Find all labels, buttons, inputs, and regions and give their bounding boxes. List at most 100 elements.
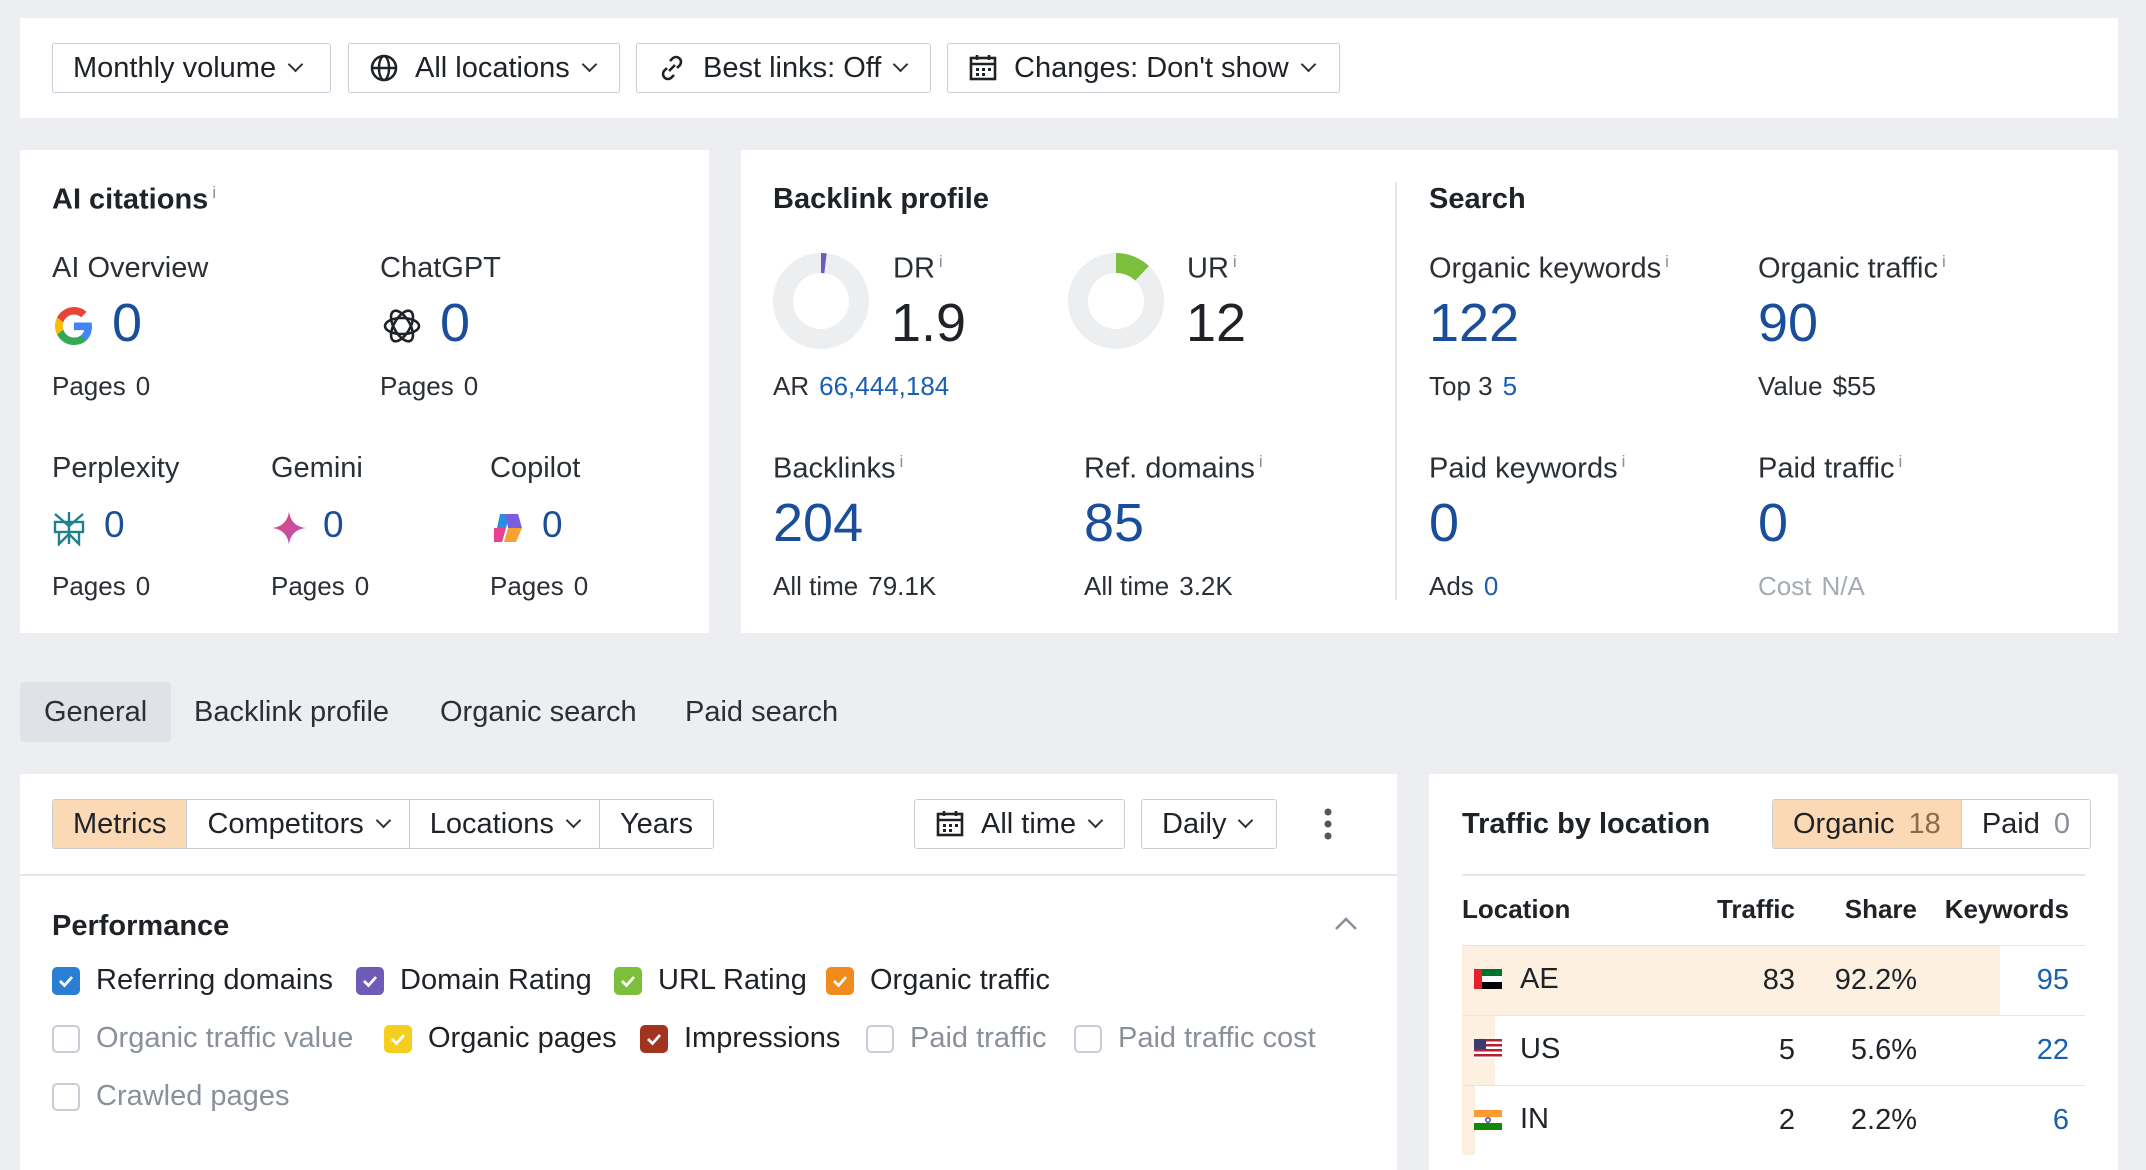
locations-chart-dropdown[interactable]: Locations [409, 800, 600, 848]
competitors-dropdown[interactable]: Competitors [187, 800, 410, 848]
metric-checkbox[interactable]: Referring domains [52, 964, 333, 997]
metric-checkbox-label: Impressions [684, 1022, 841, 1054]
copilot-icon [490, 510, 526, 551]
keywords-cell[interactable]: 95 [1917, 944, 2085, 1015]
chevron-down-icon [1087, 812, 1104, 828]
ai-overview-pages: Pages 0 [52, 371, 151, 401]
info-icon: i [1941, 252, 1946, 271]
gemini-label: Gemini [271, 452, 363, 484]
tab-backlink-profile[interactable]: Backlink profile [170, 682, 413, 742]
ref-domains-all-time: All time 3.2K [1084, 571, 1233, 601]
checkbox-checked-icon [640, 1024, 668, 1053]
locations-dropdown[interactable]: All locations [348, 43, 620, 93]
info-icon: i [899, 452, 904, 471]
changes-dropdown[interactable]: Changes: Don't show [947, 43, 1340, 93]
metric-checkbox[interactable]: Domain Rating [356, 964, 592, 997]
paid-keywords-value[interactable]: 0 [1429, 492, 1459, 554]
checkbox-checked-icon [52, 966, 80, 995]
gemini-icon [271, 510, 307, 551]
paid-traffic-label: Paid traffic i [1758, 452, 1903, 485]
search-title: Search [1429, 183, 1526, 215]
info-icon: i [1665, 252, 1669, 271]
flag-icon [1474, 969, 1502, 990]
metric-checkbox[interactable]: Impressions [640, 1022, 840, 1055]
keywords-cell[interactable]: 6 [1917, 1084, 2085, 1155]
location-cell: IN [1462, 1084, 1662, 1155]
paid-toggle[interactable]: Paid 0 [1961, 800, 2090, 848]
organic-traffic-label: Organic traffic i [1758, 252, 1946, 285]
volume-dropdown[interactable]: Monthly volume [52, 43, 331, 93]
dr-donut [773, 253, 869, 354]
perplexity-pages: Pages 0 [52, 571, 151, 601]
metric-checkbox[interactable]: Crawled pages [52, 1080, 289, 1113]
collapse-icon[interactable] [1333, 914, 1359, 939]
ai-overview-value[interactable]: 0 [112, 292, 142, 354]
ref-domains-label: Ref. domains i [1084, 452, 1263, 485]
share-cell: 5.6% [1795, 1014, 1917, 1085]
paid-traffic-value[interactable]: 0 [1758, 492, 1788, 554]
performance-title: Performance [52, 910, 230, 942]
metric-checkbox-label: URL Rating [658, 964, 807, 996]
chevron-down-icon [565, 812, 582, 828]
metric-checkbox[interactable]: Paid traffic [866, 1022, 1046, 1055]
years-button[interactable]: Years [599, 800, 714, 848]
chart-mode-segment: Metrics Competitors Locations Years [52, 799, 715, 849]
copilot-value[interactable]: 0 [542, 504, 563, 546]
globe-icon [369, 53, 399, 83]
metrics-button[interactable]: Metrics [53, 800, 188, 848]
organic-traffic-value-row: Value $55 [1758, 371, 1876, 401]
column-location[interactable]: Location [1462, 875, 1662, 945]
best-links-dropdown[interactable]: Best links: Off [636, 43, 931, 93]
ur-label: UR i [1187, 252, 1237, 285]
metric-checkbox[interactable]: Organic pages [384, 1022, 617, 1055]
organic-traffic-value[interactable]: 90 [1758, 292, 1818, 354]
metric-checkbox[interactable]: URL Rating [614, 964, 807, 997]
metric-checkbox[interactable]: Organic traffic value [52, 1022, 353, 1055]
metric-checkbox-label: Organic traffic value [96, 1022, 354, 1054]
chevron-down-icon [581, 56, 598, 72]
tab-general[interactable]: General [20, 682, 172, 742]
ai-overview-label: AI Overview [52, 252, 209, 284]
traffic-cell: 5 [1662, 1014, 1795, 1085]
location-cell: AE [1462, 944, 1662, 1015]
organic-toggle[interactable]: Organic 18 [1773, 800, 1962, 848]
organic-keywords-value[interactable]: 122 [1429, 292, 1519, 354]
metric-checkbox-label: Organic pages [428, 1022, 617, 1054]
organic-keywords-label: Organic keywords i [1429, 252, 1669, 285]
ref-domains-value[interactable]: 85 [1084, 492, 1144, 554]
metric-checkbox-label: Domain Rating [400, 964, 592, 996]
perplexity-value[interactable]: 0 [104, 504, 125, 546]
table-row[interactable]: US 5 5.6% 22 [1462, 1014, 2085, 1085]
chatgpt-value[interactable]: 0 [440, 292, 470, 354]
chevron-down-icon [287, 56, 304, 72]
metric-checkbox-label: Paid traffic cost [1118, 1022, 1316, 1054]
more-options-icon[interactable] [1318, 806, 1338, 842]
tab-organic-search[interactable]: Organic search [416, 682, 661, 742]
column-keywords[interactable]: Keywords [1917, 875, 2085, 945]
metric-checkbox-label: Referring domains [96, 964, 333, 996]
metric-checkbox[interactable]: Paid traffic cost [1074, 1022, 1316, 1055]
tab-paid-search[interactable]: Paid search [661, 682, 862, 742]
checkbox-checked-icon [614, 966, 642, 995]
column-traffic[interactable]: Traffic [1662, 875, 1795, 945]
range-dropdown[interactable]: All time [914, 799, 1125, 849]
ar-value[interactable]: 66,444,184 [819, 371, 949, 401]
info-icon: i [1232, 252, 1237, 271]
backlink-profile-title: Backlink profile [773, 183, 989, 215]
metric-checkbox[interactable]: Organic traffic [826, 964, 1050, 997]
gemini-value[interactable]: 0 [323, 504, 344, 546]
info-icon: i [1258, 452, 1263, 471]
column-share[interactable]: Share [1795, 875, 1917, 945]
table-row[interactable]: AE 83 92.2% 95 [1462, 944, 2085, 1015]
location-table: Location Traffic Share Keywords AE 83 92.2… [1462, 875, 2085, 1155]
chevron-down-icon [375, 812, 392, 828]
perplexity-label: Perplexity [52, 452, 180, 484]
backlinks-value[interactable]: 204 [773, 492, 863, 554]
backlinks-all-time: All time 79.1K [773, 571, 937, 601]
share-cell: 2.2% [1795, 1084, 1917, 1155]
organic-keywords-top3: Top 35 [1429, 371, 1518, 401]
keywords-cell[interactable]: 22 [1917, 1014, 2085, 1085]
checkbox-unchecked-icon [52, 1024, 80, 1053]
table-row[interactable]: IN 2 2.2% 6 [1462, 1084, 2085, 1155]
interval-dropdown[interactable]: Daily [1141, 799, 1277, 849]
